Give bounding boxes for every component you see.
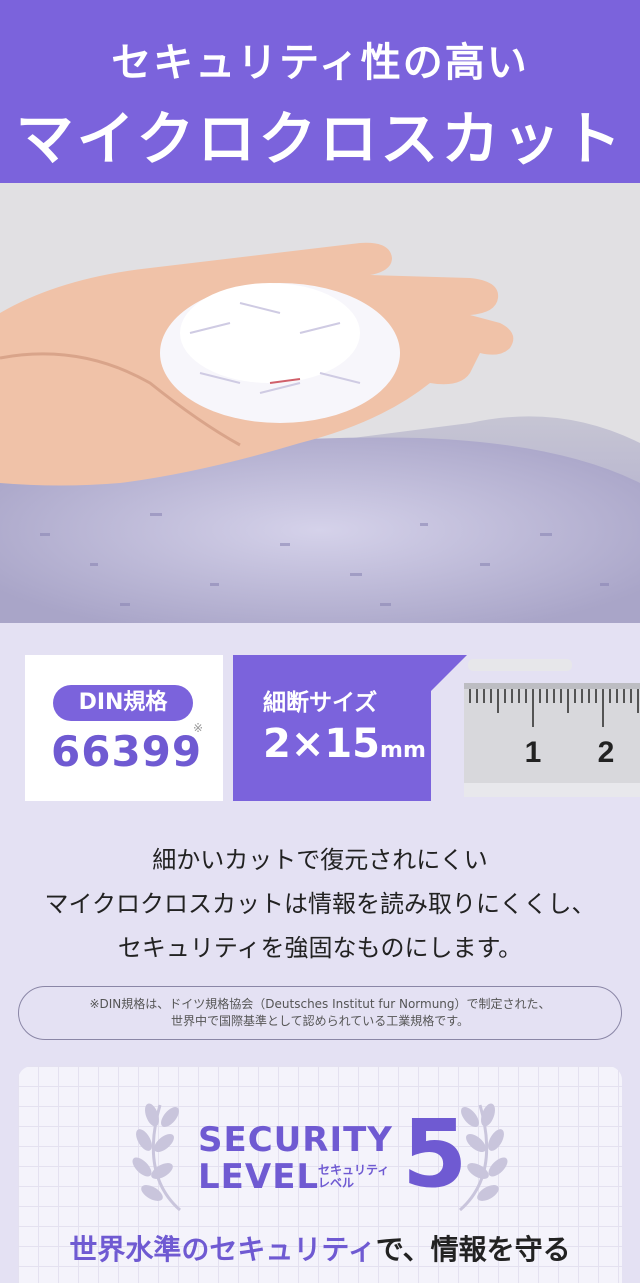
shred-size-value: 2×15mm: [263, 721, 426, 767]
din-spec-card: DIN規格 66399 ※: [25, 655, 223, 801]
header-banner: セキュリティ性の高い マイクロクロスカット: [0, 0, 640, 183]
description-text: 細かいカットで復元されにくい マイクロクロスカットは情報を読み取りにくくし、 セ…: [0, 838, 640, 970]
security-word: SECURITY: [198, 1120, 393, 1160]
laurel-left-icon: [132, 1103, 181, 1212]
din-footnote-line-1: ※DIN規格は、ドイツ規格協会（Deutsches Institut fur N…: [89, 997, 551, 1011]
din-footnote: ※DIN規格は、ドイツ規格協会（Deutsches Institut fur N…: [18, 986, 622, 1040]
card-notch: [429, 655, 467, 693]
din-footnote-mark: ※: [193, 721, 204, 735]
tagline-accent: 世界水準のセキュリティ: [69, 1233, 376, 1266]
description-line-2: マイクロクロスカットは情報を読み取りにくくし、: [44, 890, 596, 918]
level-kana: レベル: [318, 1176, 355, 1190]
level-word: LEVEL: [198, 1157, 320, 1197]
shred-size-card: 細断サイズ 2×15mm: [233, 655, 467, 801]
ruler-label-1: 1: [525, 736, 542, 769]
shred-size-label: 細断サイズ: [263, 690, 378, 716]
security-level-kana: セキュリティ レベル: [318, 1164, 389, 1190]
din-footnote-line-2: 世界中で国際基準として認められている工業規格です。: [170, 1014, 470, 1028]
description-line-3: セキュリティを強固なものにします。: [117, 934, 523, 962]
shred-size-number: 2×15: [263, 721, 381, 767]
shredded-paper-photo: [0, 183, 640, 623]
din-number: 66399: [51, 727, 203, 776]
shred-size-unit: mm: [380, 738, 426, 763]
ruler-photo: 1 2: [464, 655, 640, 801]
header-title: マイクロクロスカット: [15, 105, 625, 173]
din-label-badge: DIN規格: [53, 685, 193, 721]
security-level-number: 5: [402, 1100, 468, 1209]
description-line-1: 細かいカットで復元されにくい: [152, 846, 488, 874]
ruler-label-2: 2: [598, 736, 615, 769]
header-subtitle: セキュリティ性の高い: [111, 40, 529, 86]
tagline-rest: で、情報を守る: [375, 1233, 571, 1266]
security-tagline: 世界水準のセキュリティで、情報を守る: [0, 1228, 640, 1268]
